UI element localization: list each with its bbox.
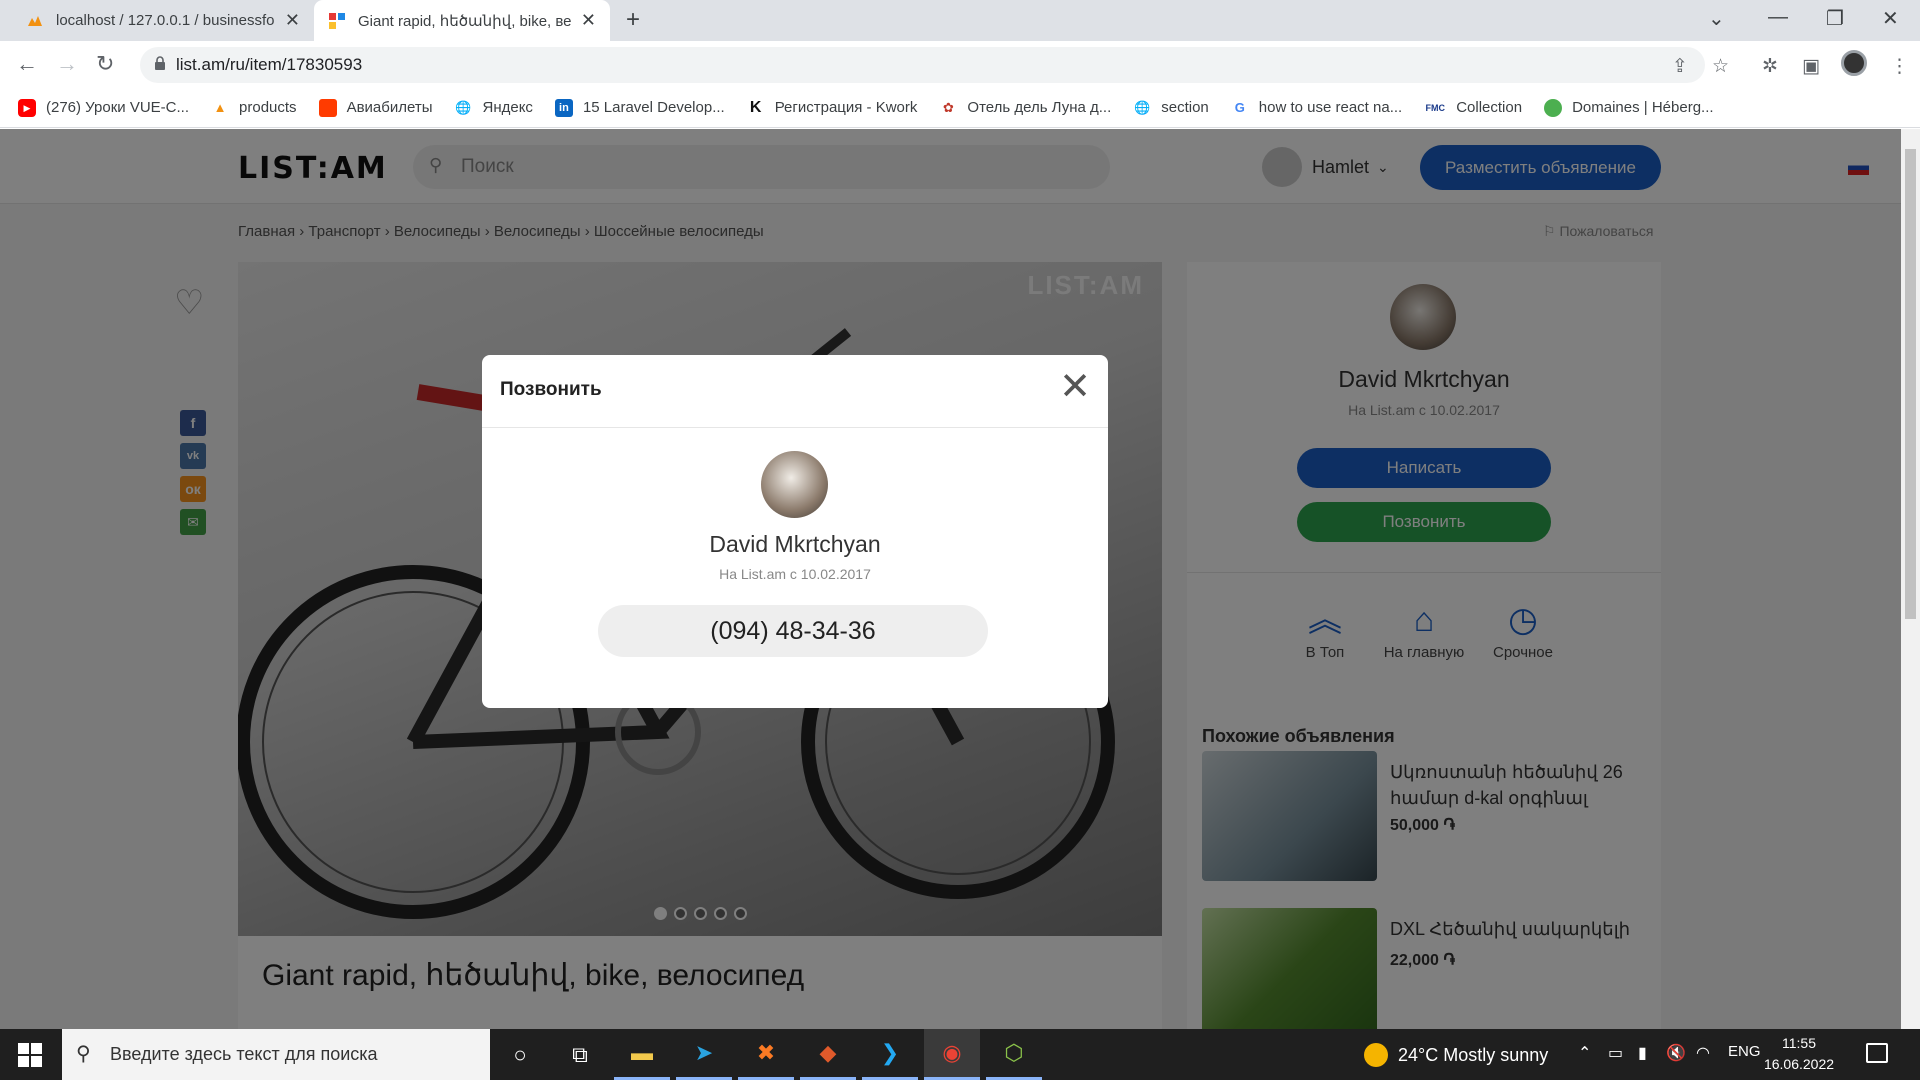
- globe-icon: 🌐: [455, 99, 472, 115]
- forward-icon[interactable]: →: [56, 51, 78, 77]
- tab-phpmyadmin[interactable]: localhost / 127.0.0.1 / businessfo ✕: [12, 0, 314, 41]
- menu-kebab-icon[interactable]: ⋮: [1890, 55, 1909, 78]
- browser-tab-bar: localhost / 127.0.0.1 / businessfo ✕ Gia…: [0, 0, 1920, 41]
- bookmark-item[interactable]: FMC Collection: [1424, 99, 1522, 117]
- weather-text: 24°C Mostly sunny: [1398, 1044, 1549, 1065]
- notification-center-icon[interactable]: [1866, 1043, 1888, 1063]
- dorama-icon: ✿: [942, 99, 954, 115]
- chrome-icon[interactable]: ◉: [924, 1029, 980, 1080]
- bookmark-star-icon[interactable]: ☆: [1712, 55, 1729, 78]
- back-icon[interactable]: ←: [16, 51, 38, 77]
- bookmark-item[interactable]: ✿ Отель дель Луна д...: [939, 99, 1111, 117]
- git-icon[interactable]: ◆: [800, 1029, 856, 1080]
- browser-toolbar: ← → ↻ list.am/ru/item/17830593 ⇪ ☆ ✲ ▣ ⋮: [0, 41, 1920, 88]
- lock-icon: [155, 56, 165, 70]
- tab-search-chevron-icon[interactable]: ⌄: [1708, 6, 1725, 31]
- minimize-icon[interactable]: —: [1768, 6, 1788, 29]
- volume-muted-icon[interactable]: 🔇: [1666, 1043, 1686, 1063]
- bookmark-label: products: [239, 99, 297, 116]
- phone-number[interactable]: (094) 48-34-36: [598, 605, 988, 657]
- fmc-icon: FMC: [1425, 102, 1445, 113]
- tab-listam[interactable]: Giant rapid, հեծանիվ, bike, велос ✕: [314, 0, 610, 41]
- page-viewport: LIST:AM ⚲ Поиск Hamlet ⌄ Разместить объя…: [0, 129, 1901, 1029]
- phpmyadmin-icon: [28, 15, 42, 26]
- xampp-icon[interactable]: ✖: [738, 1029, 794, 1080]
- bookmark-label: Collection: [1456, 99, 1523, 116]
- bookmark-item[interactable]: Ghow to use react na...: [1231, 99, 1402, 117]
- search-icon: ⚲: [76, 1043, 91, 1065]
- windows-start-icon[interactable]: [18, 1043, 42, 1067]
- bookmark-item[interactable]: in 15 Laravel Develop...: [554, 98, 725, 117]
- linkedin-icon: in: [554, 98, 573, 117]
- bookmark-label: Отель дель Луна д...: [967, 99, 1112, 116]
- google-icon: G: [1234, 99, 1245, 115]
- chevron-up-icon[interactable]: ⌃: [1578, 1043, 1591, 1063]
- side-panel-icon[interactable]: ▣: [1802, 55, 1820, 78]
- globe-icon: 🌐: [1134, 99, 1151, 115]
- cortana-icon[interactable]: ○: [492, 1029, 548, 1080]
- windows-taskbar: ⚲ Введите здесь текст для поиска ○ ⧉ ▬ ➤…: [0, 1029, 1920, 1080]
- modal-header: Позвонить ✕: [482, 355, 1108, 428]
- nox-icon[interactable]: ⬡: [986, 1029, 1042, 1080]
- listam-favicon-icon: [329, 12, 345, 29]
- vscode-icon[interactable]: ❯: [862, 1029, 918, 1080]
- extensions-icon[interactable]: ✲: [1762, 55, 1778, 78]
- reload-icon[interactable]: ↻: [96, 51, 114, 77]
- sunny-icon: [1364, 1043, 1388, 1067]
- telegram-icon[interactable]: ➤: [676, 1029, 732, 1080]
- address-bar[interactable]: list.am/ru/item/17830593: [140, 47, 1705, 83]
- tickets-icon: [318, 98, 337, 117]
- taskbar-search-placeholder: Введите здесь текст для поиска: [110, 1044, 378, 1064]
- file-explorer-icon[interactable]: ▬: [614, 1029, 670, 1080]
- bookmark-item[interactable]: ▲ products: [211, 99, 297, 117]
- taskbar-search-input[interactable]: ⚲ Введите здесь текст для поиска: [62, 1029, 490, 1080]
- task-view-icon[interactable]: ⧉: [552, 1029, 608, 1080]
- bookmark-label: (276) Уроки VUE-C...: [46, 99, 190, 116]
- bookmark-label: 15 Laravel Develop...: [582, 99, 725, 116]
- share-icon[interactable]: ⇪: [1672, 55, 1688, 78]
- green-circle-icon: [1544, 98, 1563, 117]
- clock-time: 11:55: [1782, 1035, 1816, 1051]
- clock-date: 16.06.2022: [1763, 1056, 1835, 1072]
- bookmarks-bar: ▶ (276) Уроки VUE-C... ▲ products Авиабиле…: [0, 88, 1920, 128]
- bookmark-item[interactable]: Domaines | Héberg...: [1544, 98, 1714, 117]
- scrollbar-thumb[interactable]: [1905, 149, 1916, 619]
- close-icon[interactable]: ✕: [1057, 368, 1093, 406]
- bookmark-label: Авиабилеты: [346, 99, 433, 116]
- system-clock[interactable]: 11:55 16.06.2022: [1756, 1033, 1842, 1075]
- scrollbar[interactable]: [1901, 129, 1920, 1029]
- close-tab-icon[interactable]: ✕: [285, 10, 300, 31]
- wifi-icon[interactable]: ◠: [1696, 1043, 1710, 1063]
- bookmark-label: Domaines | Héberg...: [1572, 99, 1714, 116]
- bookmark-item[interactable]: 🌐 section: [1133, 99, 1209, 117]
- seller-since: На List.am с 10.02.2017: [719, 566, 871, 582]
- url-text: list.am/ru/item/17830593: [176, 55, 363, 74]
- bookmark-label: section: [1161, 99, 1209, 116]
- bookmark-item[interactable]: ▶ (276) Уроки VUE-C...: [18, 98, 190, 117]
- bookmark-item[interactable]: Авиабилеты: [318, 98, 433, 117]
- seller-name: David Mkrtchyan: [709, 531, 881, 557]
- device-icon[interactable]: ▭: [1608, 1043, 1623, 1063]
- seller-avatar: [761, 451, 828, 518]
- phpmyadmin-icon: ▲: [213, 99, 227, 115]
- restore-icon[interactable]: ❐: [1826, 6, 1844, 31]
- battery-icon[interactable]: ▮: [1638, 1043, 1647, 1063]
- call-modal: Позвонить ✕ David Mkrtchyan На List.am с…: [482, 355, 1108, 708]
- close-window-icon[interactable]: ✕: [1882, 6, 1899, 31]
- bookmark-label: Регистрация - Kwork: [774, 99, 918, 116]
- close-tab-icon[interactable]: ✕: [581, 10, 596, 31]
- weather-widget[interactable]: 24°C Mostly sunny: [1364, 1043, 1548, 1067]
- profile-avatar[interactable]: [1841, 50, 1867, 76]
- bookmark-label: Яндекс: [482, 99, 533, 116]
- modal-title: Позвонить: [500, 379, 602, 400]
- tab-title: Giant rapid, հեծանիվ, bike, велос: [358, 12, 571, 30]
- bookmark-item[interactable]: K Регистрация - Kwork: [747, 98, 918, 117]
- kwork-icon: K: [749, 98, 762, 116]
- bookmark-label: how to use react na...: [1258, 99, 1403, 116]
- youtube-icon: ▶: [18, 98, 36, 117]
- tab-title: localhost / 127.0.0.1 / businessfo: [56, 12, 275, 29]
- bookmark-item[interactable]: 🌐 Яндекс: [454, 99, 533, 117]
- new-tab-icon[interactable]: +: [626, 6, 640, 34]
